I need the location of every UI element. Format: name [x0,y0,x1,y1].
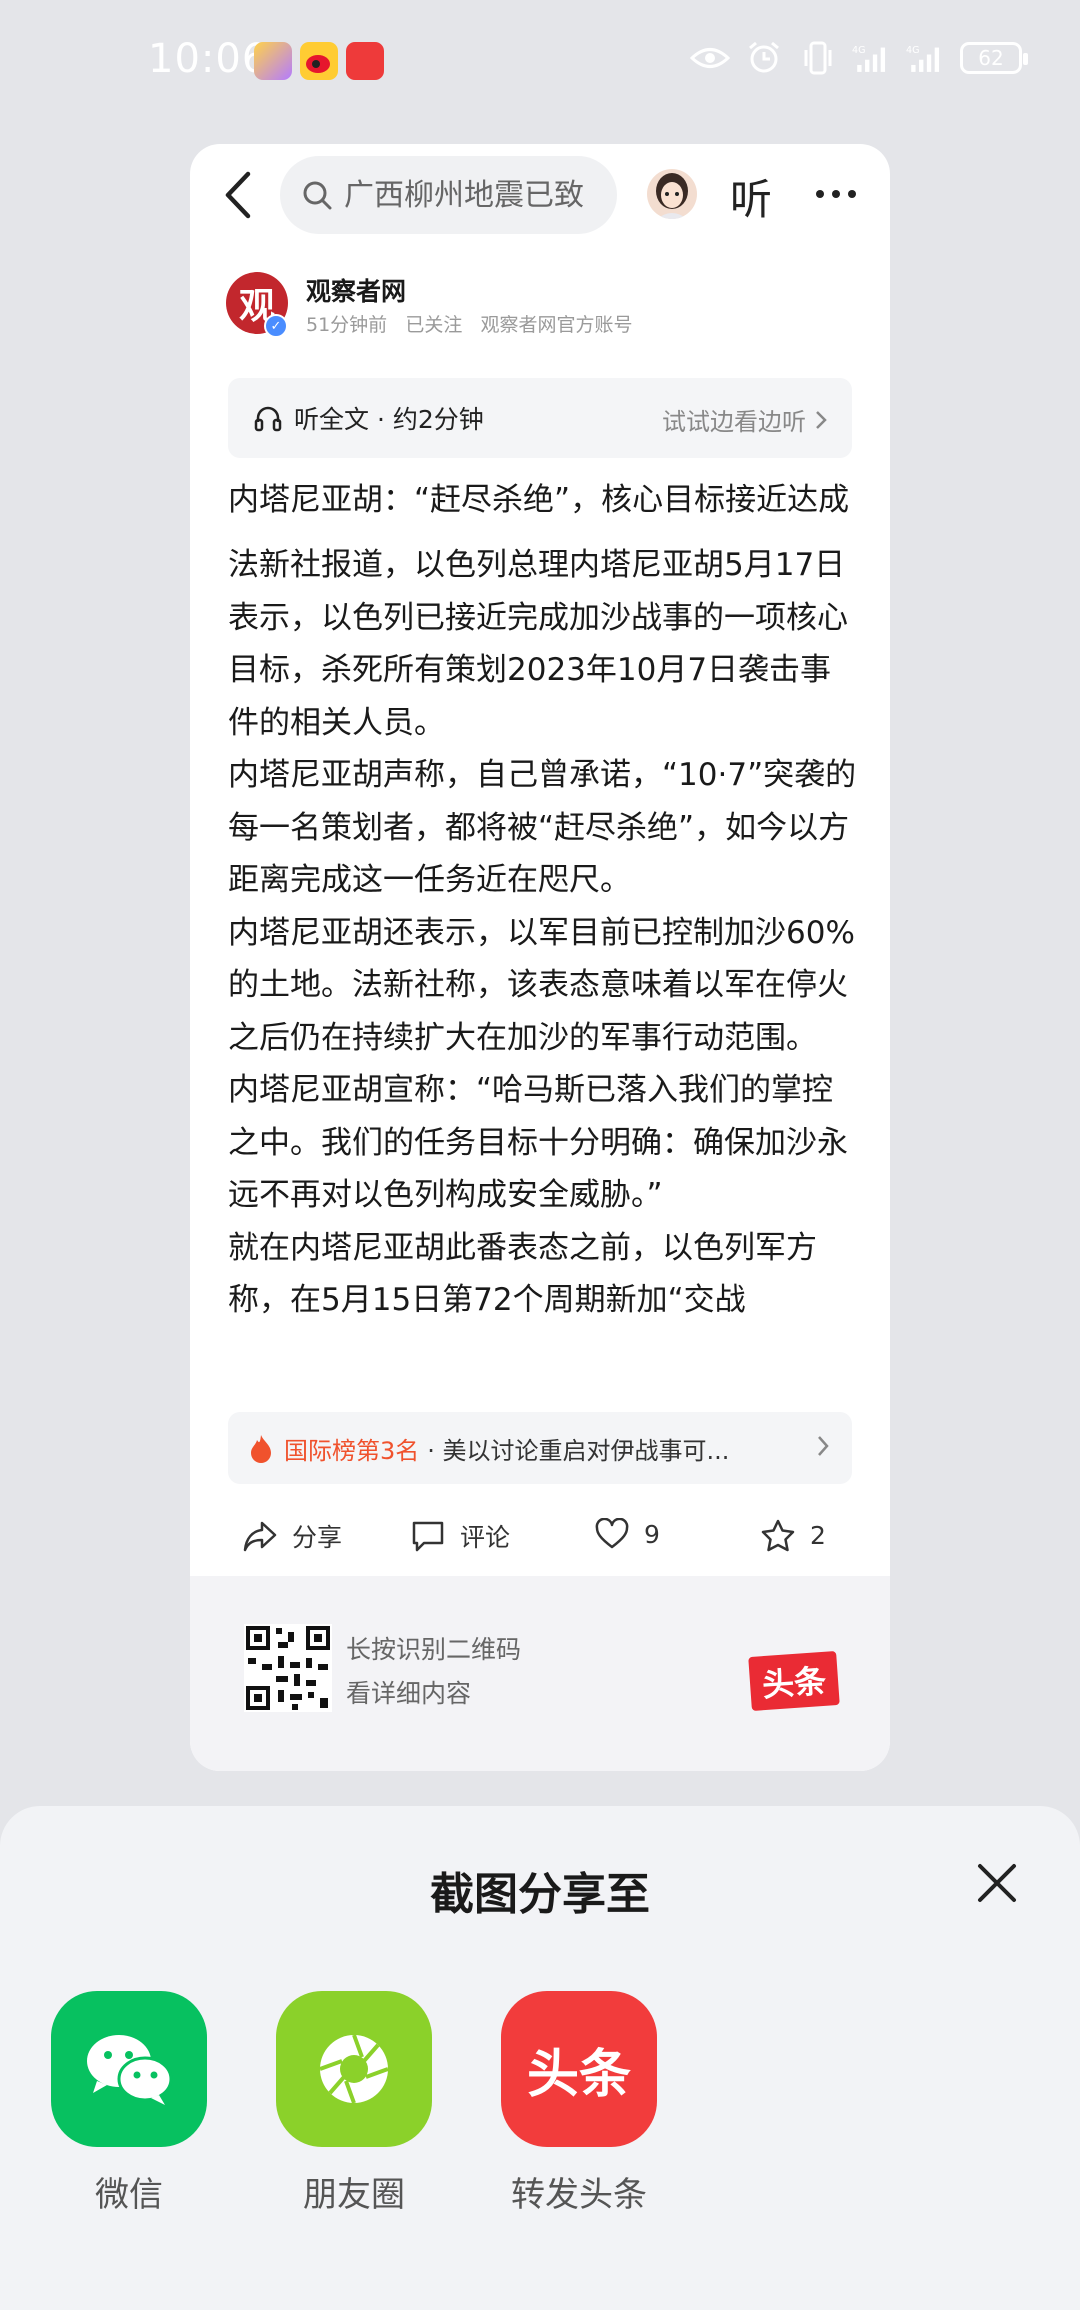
headphones-icon [254,406,282,432]
app-notification-icon [254,42,292,80]
moments-aperture-icon [319,2034,389,2104]
moments-tile [276,1991,432,2147]
comment-action[interactable]: 评论 [410,1518,510,1554]
article-body: 内塔尼亚胡：“赶尽杀绝”，核心目标接近达成 法新社报道，以色列总理内塔尼亚胡5月… [228,474,860,1394]
share-arrow-icon [243,1521,277,1552]
star-icon [761,1519,795,1552]
author-name[interactable]: 观察者网 [306,272,406,308]
status-bar: 10:06 4G 4G 62 [0,0,1080,125]
search-input[interactable] [344,177,604,213]
hot-rank-label: 国际榜第3名 [284,1436,420,1465]
signal-4g-icon-2: 4G [906,40,946,76]
avatar-girl-icon [656,173,688,219]
vibrate-icon [798,40,838,76]
ai-assistant-avatar[interactable] [647,169,697,219]
share-target-wechat[interactable]: 微信 [49,1991,209,2216]
alarm-icon [744,40,784,76]
share-target-label: 朋友圈 [303,2175,405,2215]
listen-full-text-bar[interactable]: 听全文 · 约2分钟 试试边看边听 [228,378,852,458]
article-action-bar: 分享 评论 9 2 [190,1504,890,1584]
back-button[interactable] [216,170,262,220]
try-listen-link[interactable]: 试试边看边听 [662,402,828,437]
hot-ranking-bar[interactable]: 国际榜第3名 · 美以讨论重启对伊战事可... [228,1412,852,1484]
svg-text:4G: 4G [852,45,865,56]
close-icon [978,1864,1016,1902]
like-count: 9 [644,1519,660,1549]
signal-4g-icon-1: 4G [852,40,892,76]
fire-icon [251,1435,271,1463]
chevron-right-icon [816,410,827,429]
more-dots-icon [816,190,856,198]
huawei-mall-notification-icon [346,42,384,80]
comment-label: 评论 [460,1523,511,1552]
article-topbar: 听 [190,144,890,244]
qr-code-icon [244,1624,332,1712]
favorite-count: 2 [810,1520,826,1550]
weibo-notification-icon [300,42,338,80]
toutiao-tile-text: 头条 [526,2044,631,2105]
post-time: 51分钟前 [306,314,388,336]
qr-hint-line2: 看详细内容 [346,1679,472,1708]
audio-left: 听全文 · 约2分钟 [254,400,484,436]
share-sheet: 截图分享至 微信 朋友圈 头条 转发头条 [0,1806,1080,2310]
qr-footer: 长按识别二维码 看详细内容 头条 [190,1576,890,1771]
status-right-group: 4G 4G 62 [690,40,1028,76]
article-paragraph: 内塔尼亚胡宣称：“哈马斯已落入我们的掌控之中。我们的任务目标十分明确：确保加沙永… [228,1072,848,1213]
share-target-label: 微信 [95,2175,163,2215]
article-paragraph: 内塔尼亚胡声称，自己曾承诺，“10·7”突袭的每一名策划者，都将被“赶尽杀绝”，… [228,757,857,898]
share-target-label: 转发头条 [511,2175,647,2215]
svg-text:4G: 4G [906,45,919,56]
share-action[interactable]: 分享 [242,1518,342,1554]
article-paragraph: 内塔尼亚胡还表示，以军目前已控制加沙60%的土地。法新社称，该表态意味着以军在停… [228,914,855,1056]
share-label: 分享 [292,1523,343,1552]
author-meta: 51分钟前 已关注 观察者网官方账号 [306,310,632,337]
follow-status: 已关注 [405,314,463,336]
status-time: 10:06 [148,36,269,82]
search-box[interactable] [280,156,617,234]
close-button[interactable] [975,1861,1019,1905]
hot-headline: · 美以讨论重启对伊战事可... [427,1436,730,1465]
verified-badge-icon: ✓ [264,314,288,338]
article-paragraph: 就在内塔尼亚胡此番表态之前，以色列军方称，在5月15日第72个周期新加“交战 [228,1229,817,1319]
article-paragraph: 法新社报道，以色列总理内塔尼亚胡5月17日表示，以色列已接近完成加沙战事的一项核… [228,547,848,741]
eye-icon [690,40,730,76]
battery-indicator: 62 [960,42,1028,74]
listen-button[interactable]: 听 [730,166,772,227]
toutiao-logo: 头条 [748,1650,840,1712]
account-description: 观察者网官方账号 [480,314,633,336]
like-action[interactable]: 9 [594,1518,660,1550]
share-target-toutiao[interactable]: 头条 转发头条 [499,1991,659,2216]
share-target-moments[interactable]: 朋友圈 [274,1991,434,2216]
article-title: 内塔尼亚胡：“赶尽杀绝”，核心目标接近达成 [228,482,850,518]
favorite-action[interactable]: 2 [760,1518,826,1552]
more-options-button[interactable] [812,174,860,214]
share-sheet-title: 截图分享至 [430,1869,650,1920]
wechat-tile [51,1991,207,2147]
heart-icon [595,1518,629,1549]
qr-hint-line1: 长按识别二维码 [346,1635,522,1664]
chevron-right-icon [818,1436,829,1456]
try-listen-label: 试试边看边听 [662,408,806,436]
listen-full-text-label: 听全文 · 约2分钟 [294,405,484,434]
chevron-left-icon [225,171,251,219]
toutiao-tile: 头条 [501,1991,657,2147]
author-row: 观 ✓ 观察者网 51分钟前 已关注 观察者网官方账号 [226,272,866,346]
comment-icon [412,1521,444,1552]
wechat-icon [87,2035,173,2105]
search-icon [303,181,332,210]
screenshot-preview-card: 听 观 ✓ 观察者网 51分钟前 已关注 观察者网官方账号 听全文 · 约2分钟… [190,144,890,1771]
